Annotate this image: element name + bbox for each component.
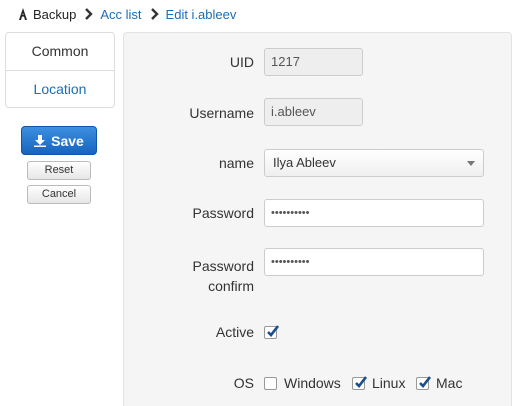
chevron-right-icon — [150, 8, 160, 20]
sidebar-item-location[interactable]: Location — [6, 70, 114, 107]
os-windows-label: Windows — [284, 375, 341, 391]
os-label: OS — [233, 375, 254, 391]
os-windows-checkbox[interactable] — [264, 377, 277, 390]
checkmark-icon — [419, 376, 431, 388]
uid-field[interactable]: 1217 — [264, 48, 363, 76]
password-confirm-label-line1: Password — [192, 258, 254, 274]
app-logo-icon — [16, 7, 30, 21]
breadcrumb: Backup Acc list Edit i.ableev — [16, 5, 236, 23]
save-button-label: Save — [51, 132, 84, 149]
name-label: name — [218, 155, 254, 171]
checkmark-icon — [355, 376, 367, 388]
active-label: Active — [215, 324, 254, 340]
username-label: Username — [189, 105, 254, 121]
name-select-value: Ilya Ableev — [273, 155, 336, 170]
reset-button[interactable]: Reset — [27, 161, 91, 180]
breadcrumb-acc-list-link[interactable]: Acc list — [100, 7, 141, 22]
checkmark-icon — [267, 325, 279, 337]
password-label: Password — [192, 205, 254, 221]
cancel-button[interactable]: Cancel — [27, 185, 91, 204]
save-button[interactable]: Save — [21, 126, 97, 155]
password-confirm-label-line2: confirm — [208, 278, 254, 294]
username-field[interactable]: i.ableev — [264, 98, 363, 126]
password-field[interactable]: •••••••••• — [264, 199, 484, 227]
os-mac-label: Mac — [436, 375, 463, 391]
uid-label: UID — [229, 54, 254, 70]
caret-down-icon — [467, 161, 475, 166]
os-linux-checkbox[interactable] — [352, 376, 367, 390]
sidebar-item-common[interactable]: Common — [6, 33, 114, 70]
breadcrumb-home[interactable]: Backup — [33, 7, 76, 22]
active-checkbox[interactable] — [264, 325, 279, 339]
os-mac-checkbox[interactable] — [416, 376, 431, 390]
chevron-right-icon — [84, 8, 94, 20]
breadcrumb-current-link[interactable]: Edit i.ableev — [166, 7, 237, 22]
password-confirm-label: Password confirm — [193, 256, 254, 296]
os-linux-label: Linux — [372, 375, 406, 391]
download-icon — [34, 134, 47, 147]
sidebar-nav: Common Location — [5, 32, 115, 108]
name-select[interactable]: Ilya Ableev — [264, 149, 484, 177]
password-confirm-field[interactable]: •••••••••• — [264, 248, 484, 276]
